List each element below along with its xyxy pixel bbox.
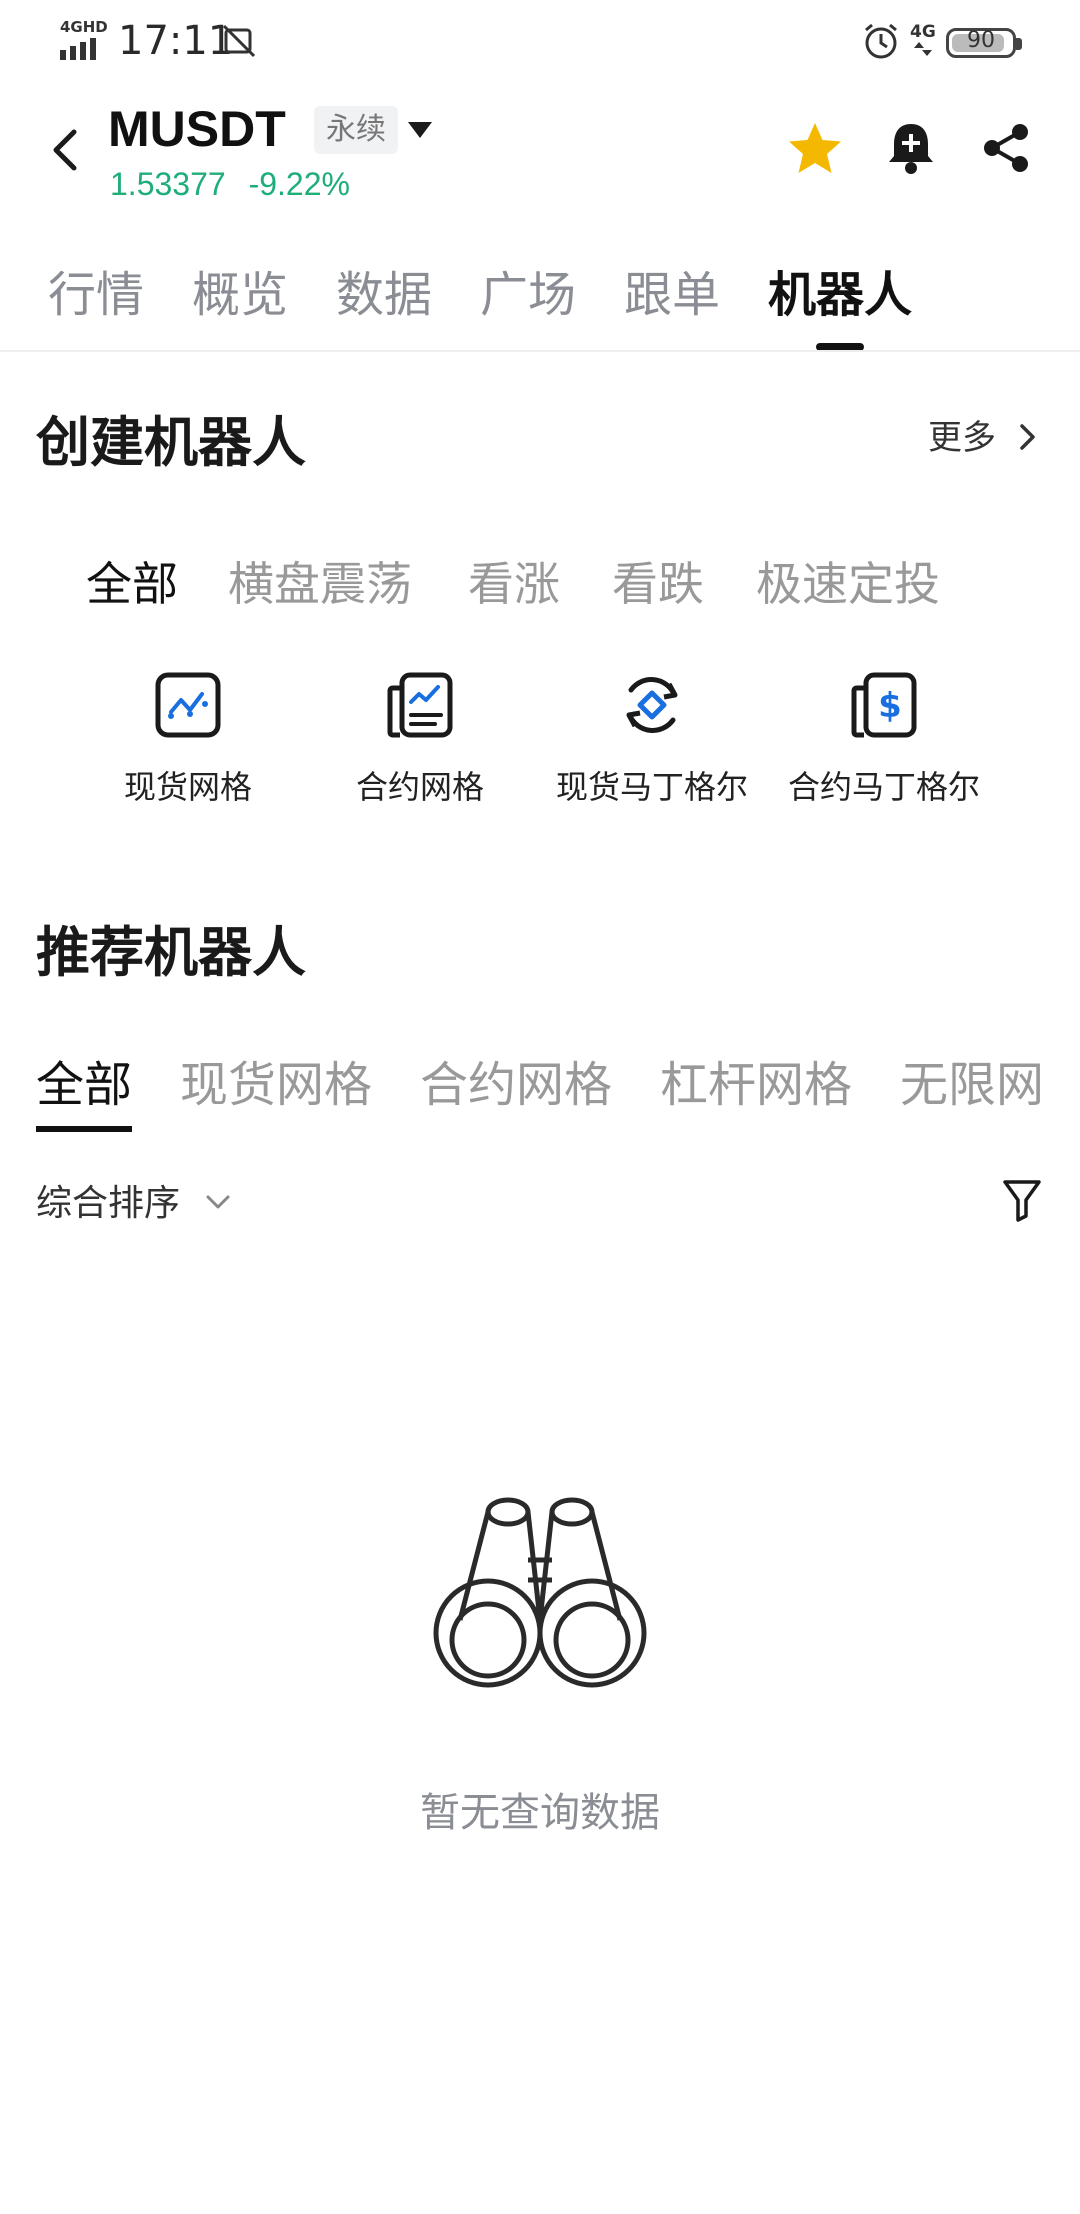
category-range[interactable]: 横盘震荡 (228, 548, 412, 614)
sync-off-icon (222, 24, 256, 58)
rec-tab-spot-grid[interactable]: 现货网格 (180, 1045, 372, 1115)
tab-market[interactable]: 行情 (48, 255, 144, 325)
star-icon[interactable] (786, 120, 844, 176)
bot-spot-grid[interactable]: 现货网格 (73, 670, 303, 808)
sort-dropdown[interactable]: 综合排序 (36, 1174, 231, 1226)
tab-overview[interactable]: 概览 (192, 255, 288, 325)
price-line: 1.53377 -9.22% (110, 166, 350, 203)
add-alert-icon[interactable] (886, 118, 936, 176)
chevron-right-icon (1020, 424, 1035, 450)
svg-text:$: $ (878, 686, 902, 726)
filter-icon[interactable] (1002, 1178, 1042, 1222)
battery-tip (1016, 38, 1022, 50)
empty-state-text: 暂无查询数据 (420, 1790, 660, 1836)
bot-spot-martingale[interactable]: 现货马丁格尔 (537, 670, 767, 808)
bot-futures-grid[interactable]: 合约网格 (305, 670, 535, 808)
more-link[interactable]: 更多 (928, 410, 1039, 459)
tab-bots[interactable]: 机器人 (768, 255, 912, 325)
spot-martingale-icon (626, 677, 678, 733)
more-label: 更多 (928, 418, 996, 458)
alarm-icon (865, 23, 897, 59)
create-bot-title: 创建机器人 (36, 411, 306, 474)
category-bullish[interactable]: 看涨 (468, 548, 560, 614)
rec-tab-futures-grid[interactable]: 合约网格 (420, 1045, 612, 1115)
4g-icon: 4G (910, 22, 936, 42)
tab-copy-trade[interactable]: 跟单 (624, 255, 720, 325)
bot-label: 现货网格 (123, 768, 252, 806)
sort-label: 综合排序 (36, 1183, 181, 1224)
tab-square[interactable]: 广场 (480, 255, 576, 325)
last-price: 1.53377 (110, 166, 226, 202)
binoculars-icon (433, 1497, 647, 1688)
contract-type-tag: 永续 (314, 106, 398, 154)
bot-label: 合约马丁格尔 (787, 768, 980, 806)
tab-data[interactable]: 数据 (336, 255, 432, 325)
futures-grid-icon (387, 672, 453, 738)
signal-icon (60, 38, 96, 60)
rec-tab-margin-grid[interactable]: 杠杆网格 (660, 1045, 852, 1115)
recommend-bot-title: 推荐机器人 (36, 921, 306, 984)
bot-label: 现货马丁格尔 (555, 768, 748, 806)
bot-label: 合约网格 (355, 768, 484, 806)
top-tabs: 行情 概览 数据 广场 跟单 机器人 (0, 255, 1080, 351)
symbol-title[interactable]: MUSDT (108, 100, 286, 158)
price-change: -9.22% (248, 166, 350, 202)
category-fast-dca[interactable]: 极速定投 (756, 548, 940, 614)
spot-grid-icon (155, 672, 221, 738)
dropdown-arrow-icon[interactable] (406, 120, 434, 140)
header-divider (0, 350, 1080, 352)
back-icon[interactable] (48, 128, 82, 172)
rec-tab-infinity-grid[interactable]: 无限网 (900, 1045, 1080, 1115)
category-bearish[interactable]: 看跌 (612, 548, 704, 614)
rec-tab-all[interactable]: 全部 (36, 1045, 132, 1115)
rec-tab-active-indicator (36, 1126, 132, 1132)
battery-indicator: 90 (946, 28, 1016, 58)
bot-futures-martingale[interactable]: $ 合约马丁格尔 (769, 670, 999, 808)
status-time: 17:11 (118, 18, 234, 64)
chevron-down-icon (206, 1195, 230, 1209)
category-all[interactable]: 全部 (86, 548, 178, 614)
data-arrows-icon (914, 42, 932, 56)
network-indicator: 4GHD (60, 18, 108, 36)
futures-martingale-icon: $ (851, 672, 917, 738)
share-icon[interactable] (980, 122, 1032, 174)
